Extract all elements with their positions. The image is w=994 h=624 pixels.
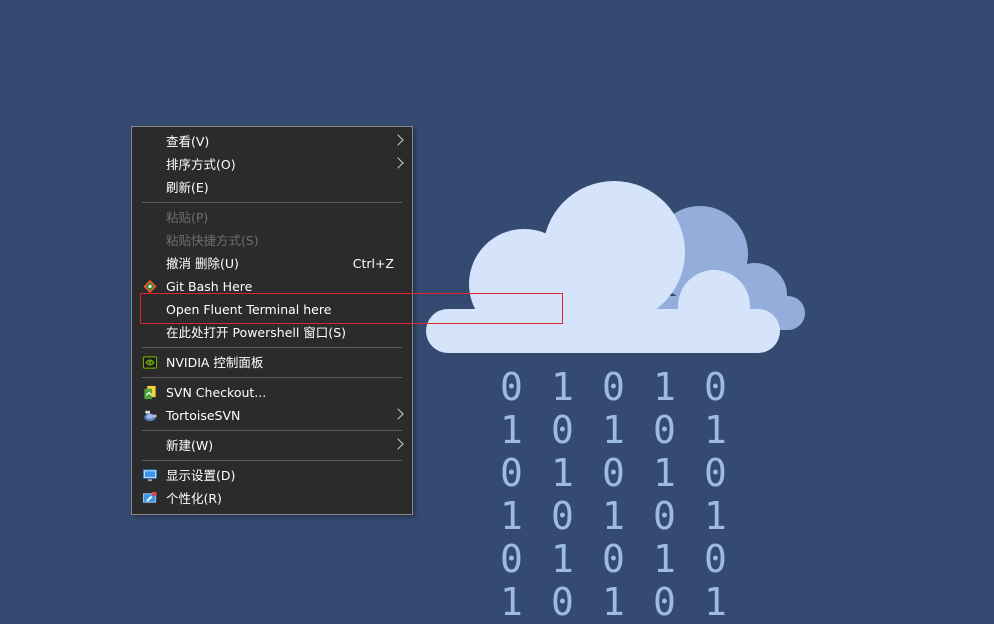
menu-item-label: 刷新(E) xyxy=(166,180,209,195)
menu-item-powershell[interactable]: 在此处打开 Powershell 窗口(S) xyxy=(132,321,412,344)
binary-digit: 0 xyxy=(551,580,574,624)
binary-digit: 0 xyxy=(704,365,727,409)
menu-separator xyxy=(142,347,402,348)
binary-digit: 1 xyxy=(500,408,523,452)
menu-item-undo-delete[interactable]: 撤消 删除(U) Ctrl+Z xyxy=(132,252,412,275)
menu-item-svn-checkout[interactable]: SVN Checkout... xyxy=(132,381,412,404)
binary-digit: 0 xyxy=(602,537,625,581)
binary-digit: 1 xyxy=(704,580,727,624)
binary-digit: 0 xyxy=(653,580,676,624)
menu-item-label: TortoiseSVN xyxy=(166,408,241,423)
menu-item-label: Git Bash Here xyxy=(166,279,253,294)
menu-separator xyxy=(142,460,402,461)
binary-row: 10101 xyxy=(486,581,741,624)
highlight-box xyxy=(140,293,563,324)
binary-digit: 1 xyxy=(704,494,727,538)
binary-row: 01010 xyxy=(486,538,741,581)
menu-separator xyxy=(142,202,402,203)
menu-item-label: NVIDIA 控制面板 xyxy=(166,355,264,370)
git-icon xyxy=(143,279,157,294)
menu-separator xyxy=(142,377,402,378)
binary-digit: 1 xyxy=(602,580,625,624)
svn-checkout-icon xyxy=(144,385,156,400)
binary-digit: 1 xyxy=(551,451,574,495)
menu-item-label: 排序方式(O) xyxy=(166,157,236,172)
menu-item-paste[interactable]: 粘贴(P) xyxy=(132,206,412,229)
binary-digit: 0 xyxy=(602,451,625,495)
binary-digit: 1 xyxy=(653,451,676,495)
binary-digit: 1 xyxy=(653,365,676,409)
menu-item-label: 个性化(R) xyxy=(166,491,222,506)
menu-item-display-settings[interactable]: 显示设置(D) xyxy=(132,464,412,487)
menu-item-view[interactable]: 查看(V) xyxy=(132,130,412,153)
menu-item-paste-shortcut[interactable]: 粘贴快捷方式(S) xyxy=(132,229,412,252)
keyboard-shortcut: Ctrl+Z xyxy=(352,256,394,271)
binary-digit: 0 xyxy=(500,451,523,495)
binary-digit: 1 xyxy=(602,408,625,452)
binary-digit: 0 xyxy=(653,408,676,452)
menu-separator xyxy=(142,430,402,431)
menu-item-label: 撤消 删除(U) xyxy=(166,256,239,271)
binary-digit: 0 xyxy=(653,494,676,538)
menu-item-new[interactable]: 新建(W) xyxy=(132,434,412,457)
menu-item-label: 粘贴快捷方式(S) xyxy=(166,233,259,248)
binary-row: 10101 xyxy=(486,409,741,452)
personalize-icon xyxy=(142,491,157,503)
display-icon xyxy=(142,469,158,482)
menu-item-label: 粘贴(P) xyxy=(166,210,209,225)
menu-item-label: 在此处打开 Powershell 窗口(S) xyxy=(166,325,346,340)
chevron-right-icon xyxy=(392,134,404,146)
menu-item-nvidia-control-panel[interactable]: NVIDIA 控制面板 xyxy=(132,351,412,374)
binary-digit: 1 xyxy=(500,494,523,538)
binary-digit: 1 xyxy=(653,537,676,581)
menu-item-label: 查看(V) xyxy=(166,134,210,149)
binary-row: 01010 xyxy=(486,452,741,495)
binary-digit: 1 xyxy=(704,408,727,452)
menu-item-label: SVN Checkout... xyxy=(166,385,267,400)
binary-digit: 1 xyxy=(551,365,574,409)
tortoise-svn-icon xyxy=(144,410,157,422)
nvidia-icon xyxy=(142,356,158,369)
menu-item-personalize[interactable]: 个性化(R) xyxy=(132,487,412,510)
menu-item-refresh[interactable]: 刷新(E) xyxy=(132,176,412,199)
binary-rain: 01010 10101 01010 10101 01010 10101 xyxy=(486,366,741,624)
binary-digit: 1 xyxy=(500,580,523,624)
chevron-right-icon xyxy=(392,408,404,420)
menu-item-label: 新建(W) xyxy=(166,438,214,453)
binary-row: 01010 xyxy=(486,366,741,409)
binary-digit: 0 xyxy=(500,537,523,581)
binary-digit: 0 xyxy=(500,365,523,409)
menu-item-label: 显示设置(D) xyxy=(166,468,236,483)
binary-digit: 0 xyxy=(704,451,727,495)
binary-digit: 0 xyxy=(551,408,574,452)
chevron-right-icon xyxy=(392,438,404,450)
menu-item-sort-by[interactable]: 排序方式(O) xyxy=(132,153,412,176)
binary-digit: 0 xyxy=(602,365,625,409)
menu-item-tortoise-svn[interactable]: TortoiseSVN xyxy=(132,404,412,427)
binary-row: 10101 xyxy=(486,495,741,538)
binary-digit: 1 xyxy=(602,494,625,538)
binary-digit: 1 xyxy=(551,537,574,581)
binary-digit: 0 xyxy=(704,537,727,581)
chevron-right-icon xyxy=(392,157,404,169)
binary-digit: 0 xyxy=(551,494,574,538)
